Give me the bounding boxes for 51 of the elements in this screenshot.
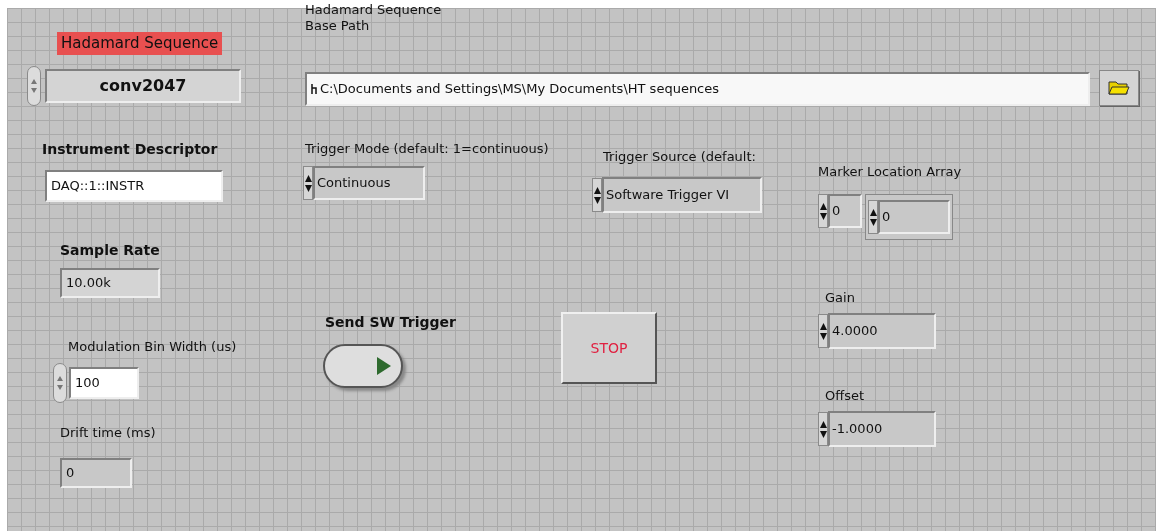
increment-decrement-control[interactable] bbox=[818, 314, 828, 348]
browse-button[interactable] bbox=[1099, 70, 1139, 106]
array-element-field[interactable]: 0 bbox=[878, 200, 950, 234]
up-arrow-icon bbox=[31, 79, 37, 84]
control-label: Drift time (ms) bbox=[60, 425, 156, 442]
increment-decrement-control[interactable] bbox=[818, 412, 828, 446]
control-label: Instrument Descriptor bbox=[42, 141, 218, 159]
down-arrow-icon bbox=[869, 218, 877, 226]
trigger-mode-ring[interactable]: Continuous bbox=[313, 166, 425, 200]
up-arrow-icon bbox=[819, 420, 827, 428]
drift-time-indicator: 0 bbox=[60, 458, 132, 488]
control-label: Base Path bbox=[305, 18, 371, 35]
down-arrow-icon bbox=[57, 385, 63, 390]
control-label: Send SW Trigger bbox=[325, 314, 456, 332]
control-label: Hadamard Sequence bbox=[57, 32, 223, 55]
down-arrow-icon bbox=[304, 184, 312, 192]
control-label: Gain bbox=[825, 290, 855, 307]
offset-numeric-field[interactable]: -1.0000 bbox=[828, 411, 936, 447]
down-arrow-icon bbox=[31, 88, 37, 93]
up-arrow-icon bbox=[819, 202, 827, 210]
control-label: Modulation Bin Width (us) bbox=[68, 339, 237, 356]
sequence-ring-display[interactable]: conv2047 bbox=[45, 69, 241, 103]
increment-decrement-control[interactable] bbox=[592, 178, 602, 212]
control-label: Trigger Source (default: bbox=[603, 149, 756, 166]
increment-decrement-control[interactable] bbox=[303, 166, 313, 200]
control-label: Trigger Mode (default: 1=continuous) bbox=[305, 141, 549, 158]
path-field[interactable]: C:\Documents and Settings\MS\My Documents\HT sequences bbox=[305, 72, 1090, 106]
trigger-toggle-button[interactable] bbox=[323, 344, 403, 388]
folder-icon bbox=[1108, 80, 1130, 96]
control-label: Marker Location Array bbox=[818, 164, 962, 181]
down-arrow-icon bbox=[819, 332, 827, 340]
up-arrow-icon bbox=[593, 186, 601, 194]
up-arrow-icon bbox=[57, 376, 63, 381]
trigger-source-ring[interactable]: Software Trigger VI bbox=[602, 177, 762, 213]
down-arrow-icon bbox=[819, 212, 827, 220]
play-icon bbox=[377, 357, 391, 375]
control-label: Offset bbox=[825, 388, 865, 405]
increment-decrement-control[interactable] bbox=[818, 194, 828, 228]
instrument-descriptor-field[interactable]: DAQ::1::INSTR bbox=[45, 170, 223, 202]
bin-width-field[interactable]: 100 bbox=[69, 367, 139, 399]
increment-decrement-control[interactable] bbox=[868, 200, 878, 234]
sample-rate-indicator: 10.00k bbox=[60, 268, 160, 298]
gain-numeric-field[interactable]: 4.0000 bbox=[828, 313, 936, 349]
up-arrow-icon bbox=[819, 322, 827, 330]
control-label: Hadamard Sequence bbox=[305, 2, 442, 19]
control-label: Sample Rate bbox=[60, 242, 160, 260]
array-index-field[interactable]: 0 bbox=[828, 194, 862, 228]
up-arrow-icon bbox=[304, 174, 312, 182]
down-arrow-icon bbox=[593, 196, 601, 204]
down-arrow-icon bbox=[819, 430, 827, 438]
up-arrow-icon bbox=[869, 208, 877, 216]
